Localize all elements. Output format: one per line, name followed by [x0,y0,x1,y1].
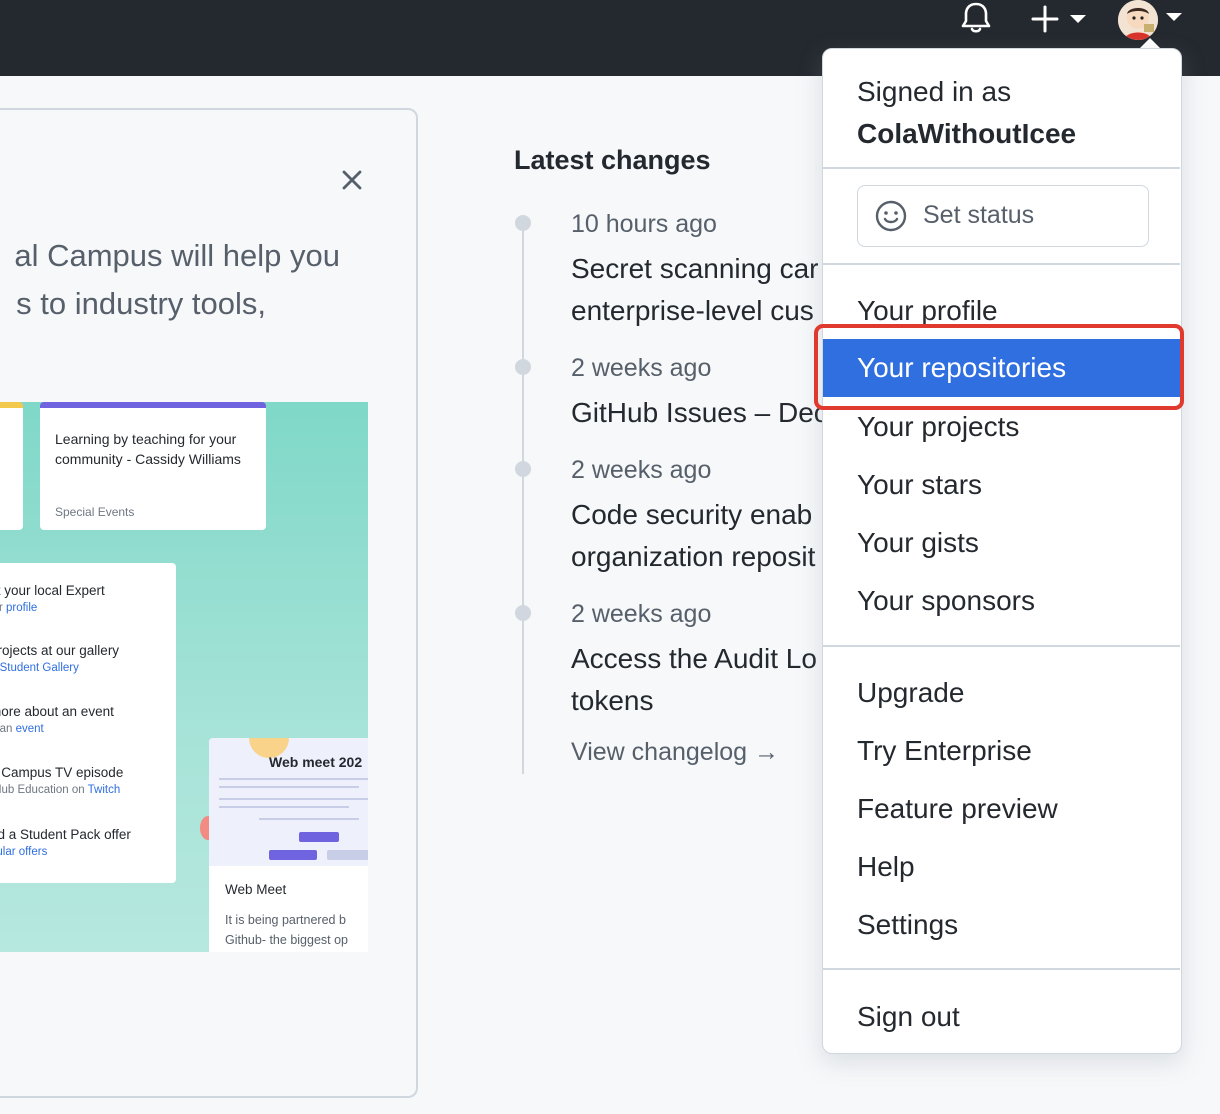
chevron-down-icon [1166,13,1182,21]
timeline-dot [515,215,531,231]
event-card-tag: Special Events [55,505,135,519]
webmeet-heading: Web meet 202 [269,754,363,770]
join-button-graphic [269,850,317,860]
campus-illustration: Learning by teaching for your community … [0,402,368,952]
create-new-button[interactable] [1030,4,1094,34]
set-status-button[interactable]: Set status [857,185,1149,247]
campus-text-line2: s to industry tools, [16,286,266,321]
menu-item-settings[interactable]: Settings [823,896,1180,954]
list-item: more about an event n an event [0,704,114,735]
menu-item-feature-preview[interactable]: Feature preview [823,780,1180,838]
bell-icon[interactable] [958,0,994,36]
list-item: ct your local Expert eir profile [0,583,105,614]
change-item[interactable]: 10 hours ago Secret scanning car enterpr… [514,210,834,330]
event-card-title: Learning by teaching for your community … [55,431,241,467]
menu-item-try-enterprise[interactable]: Try Enterprise [823,722,1180,780]
menu-item-your-gists[interactable]: Your gists [823,514,1180,572]
highlight-annotation [814,324,1184,410]
register-button-graphic [299,832,339,842]
list-item: a Campus TV episode tHub Education on Tw… [0,765,124,796]
change-time: 2 weeks ago [571,600,712,628]
illustration-card [0,402,23,530]
illustration-task-list: ct your local Expert eir profile project… [0,563,176,883]
menu-item-your-stars[interactable]: Your stars [823,456,1180,514]
divider [823,167,1180,169]
latest-changes-title: Latest changes [514,145,711,175]
plus-icon [1030,4,1060,34]
change-time: 2 weeks ago [571,456,712,484]
list-item: ed a Student Pack offer pular offers [0,827,131,858]
webmeet-description: It is being partnered b Github- the bigg… [225,913,348,947]
webmeet-banner: Web meet 202 [209,738,368,866]
timeline-dot [515,461,531,477]
illustration-event-card: Learning by teaching for your community … [40,402,266,530]
change-item[interactable]: 2 weeks ago GitHub Issues – Dec [514,354,834,434]
change-item[interactable]: 2 weeks ago Code security enab organizat… [514,456,834,576]
signed-in-header: Signed in as ColaWithoutIcee [857,71,1076,155]
timeline-dot [515,605,531,621]
close-icon[interactable] [338,166,366,194]
menu-pointer [1140,38,1160,48]
webmeet-title: Web Meet [225,882,287,897]
timeline-dot [515,359,531,375]
list-item: projects at our gallery e Student Galler… [0,643,120,674]
divider [823,645,1180,647]
menu-item-upgrade[interactable]: Upgrade [823,664,1180,722]
change-time: 10 hours ago [571,210,717,238]
signed-in-label: Signed in as [857,76,1012,107]
change-title[interactable]: Code security enab organization reposit [571,494,834,576]
divider [823,968,1180,970]
change-title[interactable]: GitHub Issues – Dec [571,392,834,434]
view-changelog-link[interactable]: View changelog → [571,738,779,767]
community-button-graphic [327,850,368,860]
change-title[interactable]: Secret scanning car enterprise-level cus [571,248,834,330]
user-menu-button[interactable] [1116,0,1186,40]
change-time: 2 weeks ago [571,354,712,382]
set-status-label: Set status [923,201,1035,229]
campus-text-line1: al Campus will help you [14,238,340,273]
avatar [1118,0,1158,40]
smiley-icon [874,199,908,233]
chevron-down-icon [1070,15,1086,23]
menu-item-sign-out[interactable]: Sign out [823,988,1180,1046]
menu-item-your-sponsors[interactable]: Your sponsors [823,572,1180,630]
illustration-webmeet-card: Web meet 202 Web Meet It is being partne… [209,738,368,952]
user-dropdown-menu: Signed in as ColaWithoutIcee Set status … [822,48,1182,1054]
username[interactable]: ColaWithoutIcee [857,113,1076,155]
change-title[interactable]: Access the Audit Lo tokens [571,638,834,720]
change-item[interactable]: 2 weeks ago Access the Audit Lo tokens [514,600,834,720]
menu-item-help[interactable]: Help [823,838,1180,896]
divider [823,263,1180,265]
